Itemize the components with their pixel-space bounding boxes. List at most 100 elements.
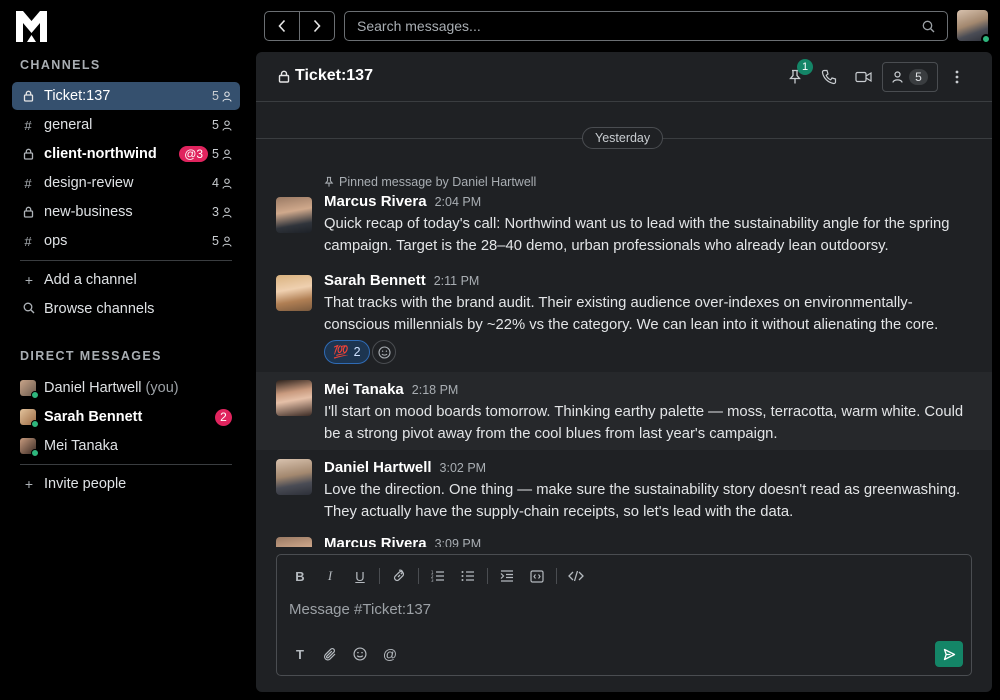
message[interactable]: Sarah Bennett 2:11 PM That tracks with t… bbox=[256, 270, 992, 370]
avatar bbox=[276, 380, 312, 416]
dm-item-daniel-hartwell[interactable]: Daniel Hartwell (you) bbox=[20, 376, 232, 400]
avatar bbox=[20, 380, 39, 399]
user-avatar[interactable] bbox=[957, 10, 991, 44]
link-button[interactable] bbox=[388, 565, 410, 587]
message-input[interactable] bbox=[289, 601, 949, 625]
direct-messages-title: DIRECT MESSAGES bbox=[20, 349, 162, 363]
hash-icon: # bbox=[24, 117, 32, 133]
code-block-icon bbox=[530, 569, 544, 583]
attach-button[interactable] bbox=[319, 643, 341, 665]
channel-item-ticket-137[interactable]: Ticket:137 5 bbox=[12, 82, 240, 110]
code-block-button[interactable] bbox=[526, 565, 548, 587]
message-time[interactable]: 3:02 PM bbox=[440, 461, 487, 475]
dm-item-mei-tanaka[interactable]: Mei Tanaka bbox=[20, 434, 232, 458]
message-text: I'll start on mood boards tomorrow. Thin… bbox=[324, 404, 964, 442]
user-icon bbox=[222, 148, 232, 160]
plus-icon: + bbox=[24, 272, 34, 288]
message[interactable]: Marcus Rivera 2:04 PM Quick recap of tod… bbox=[256, 191, 992, 261]
channel-item-design-review[interactable]: # design-review 4 bbox=[12, 169, 240, 197]
message-time[interactable]: 2:04 PM bbox=[435, 195, 482, 209]
message-text: Love the direction. One thing — make sur… bbox=[324, 482, 961, 520]
channel-name: new-business bbox=[44, 204, 133, 220]
plus-icon: + bbox=[24, 476, 34, 492]
message[interactable]: Mei Tanaka 2:18 PM I'll start on mood bo… bbox=[256, 372, 992, 450]
message-time[interactable]: 2:11 PM bbox=[434, 274, 480, 288]
invite-people-label: Invite people bbox=[44, 476, 127, 492]
search-icon bbox=[20, 301, 38, 317]
member-count: 5 bbox=[212, 234, 232, 248]
call-button[interactable] bbox=[819, 67, 839, 87]
channel-item-new-business[interactable]: new-business 3 bbox=[12, 198, 240, 226]
more-options-button[interactable] bbox=[947, 67, 967, 87]
user-icon bbox=[222, 90, 232, 102]
toolbar-separator bbox=[379, 568, 380, 584]
online-indicator bbox=[981, 34, 991, 44]
channel-item-ops[interactable]: # ops 5 bbox=[12, 227, 240, 255]
search-bar[interactable] bbox=[344, 11, 948, 41]
channel-item-client-northwind[interactable]: client-northwind @3 5 bbox=[12, 140, 240, 168]
sidebar-divider bbox=[20, 464, 232, 465]
message-text: Quick recap of today's call: Northwind w… bbox=[324, 216, 950, 254]
ordered-list-button[interactable]: 123 bbox=[427, 565, 449, 587]
code-icon bbox=[568, 570, 584, 582]
lock-icon bbox=[12, 90, 44, 102]
user-icon bbox=[222, 177, 232, 189]
invite-people-link[interactable]: + Invite people bbox=[20, 476, 126, 492]
message-time[interactable]: 3:09 PM bbox=[435, 537, 482, 547]
user-icon bbox=[222, 119, 232, 131]
mention-button[interactable]: @ bbox=[379, 643, 401, 665]
emoji-button[interactable] bbox=[349, 643, 371, 665]
message-header: Sarah Bennett 2:11 PM bbox=[324, 272, 479, 289]
forward-button[interactable] bbox=[299, 11, 335, 41]
send-button[interactable] bbox=[935, 641, 963, 667]
bullet-list-button[interactable] bbox=[457, 565, 479, 587]
smile-icon bbox=[377, 345, 391, 359]
message-composer: B I U 123 Message #Ticket:137 T @ bbox=[276, 554, 972, 676]
channel-item-general[interactable]: # general 5 bbox=[12, 111, 240, 139]
dm-name: Sarah Bennett bbox=[44, 409, 143, 425]
message-author[interactable]: Mei Tanaka bbox=[324, 381, 404, 398]
svg-text:3: 3 bbox=[431, 578, 434, 582]
indent-icon bbox=[500, 570, 513, 582]
blockquote-button[interactable] bbox=[496, 565, 518, 587]
date-separator: Yesterday bbox=[582, 127, 664, 149]
video-call-button[interactable] bbox=[853, 67, 873, 87]
bullet-list-icon bbox=[461, 571, 474, 581]
pinned-count-badge: 1 bbox=[797, 59, 813, 75]
back-button[interactable] bbox=[264, 11, 300, 41]
more-vertical-icon bbox=[955, 70, 959, 84]
toolbar-separator bbox=[418, 568, 419, 584]
reaction-pill[interactable]: 💯 2 bbox=[324, 340, 370, 364]
inline-code-button[interactable] bbox=[565, 565, 587, 587]
message[interactable]: Marcus Rivera 3:09 PM bbox=[256, 533, 992, 547]
message-author[interactable]: Sarah Bennett bbox=[324, 272, 426, 289]
m-logo-icon[interactable] bbox=[16, 11, 47, 42]
message-header: Mei Tanaka 2:18 PM bbox=[324, 381, 458, 398]
pinned-note: Pinned message by Daniel Hartwell bbox=[324, 175, 536, 189]
lock-icon bbox=[12, 148, 44, 160]
channel-panel: Ticket:137 1 5 Yesterday Pinned message … bbox=[256, 52, 992, 692]
message-author[interactable]: Marcus Rivera bbox=[324, 535, 427, 547]
member-count: 5 bbox=[212, 147, 232, 161]
search-icon[interactable] bbox=[922, 20, 935, 33]
underline-button[interactable]: U bbox=[349, 565, 371, 587]
member-count: 5 bbox=[212, 89, 232, 103]
search-input[interactable] bbox=[357, 18, 922, 34]
message-list[interactable]: Yesterday Pinned message by Daniel Hartw… bbox=[256, 103, 992, 547]
message-time[interactable]: 2:18 PM bbox=[412, 383, 459, 397]
message-author[interactable]: Daniel Hartwell bbox=[324, 459, 432, 476]
channel-title-text: Ticket:137 bbox=[295, 67, 373, 84]
members-button[interactable]: 5 bbox=[882, 62, 938, 92]
add-channel-link[interactable]: + Add a channel bbox=[20, 272, 137, 288]
message[interactable]: Daniel Hartwell 3:02 PM Love the directi… bbox=[256, 454, 992, 534]
bold-button[interactable]: B bbox=[289, 565, 311, 587]
add-reaction-button[interactable] bbox=[372, 340, 396, 364]
dm-item-sarah-bennett[interactable]: Sarah Bennett 2 bbox=[20, 405, 232, 429]
browse-channels-link[interactable]: Browse channels bbox=[20, 301, 154, 317]
link-icon bbox=[393, 569, 405, 582]
italic-button[interactable]: I bbox=[319, 565, 341, 587]
member-count: 4 bbox=[212, 176, 232, 190]
dm-name: Daniel Hartwell (you) bbox=[44, 380, 179, 396]
text-format-button[interactable]: T bbox=[289, 643, 311, 665]
message-author[interactable]: Marcus Rivera bbox=[324, 193, 427, 210]
